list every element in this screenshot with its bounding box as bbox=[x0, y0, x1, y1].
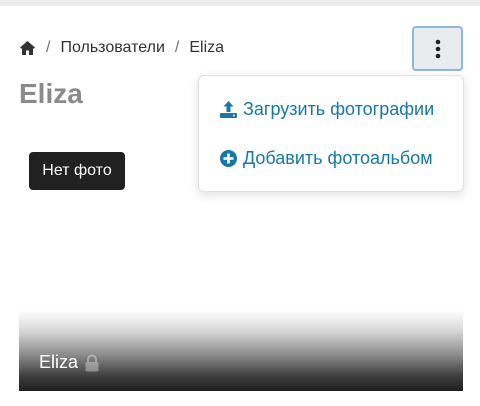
add-album-label: Добавить фотоальбом bbox=[243, 147, 433, 168]
breadcrumb-separator: / bbox=[174, 39, 180, 56]
breadcrumb-separator: / bbox=[46, 39, 51, 56]
album-name-label: Eliza bbox=[39, 352, 79, 372]
upload-icon bbox=[220, 100, 237, 118]
top-divider bbox=[0, 0, 480, 6]
plus-circle-icon bbox=[220, 149, 237, 167]
upload-photos-item[interactable]: Загрузить фотографии bbox=[219, 96, 434, 122]
actions-menu-button[interactable] bbox=[412, 26, 463, 71]
vertical-dots-icon bbox=[435, 39, 440, 58]
breadcrumb-current: Eliza bbox=[189, 39, 225, 56]
add-album-item[interactable]: Добавить фотоальбом bbox=[219, 145, 433, 171]
lock-icon bbox=[85, 354, 99, 371]
breadcrumb-users-link[interactable]: Пользователи bbox=[60, 39, 164, 57]
home-icon[interactable] bbox=[19, 40, 36, 56]
album-card[interactable]: Eliza bbox=[19, 310, 463, 391]
upload-photos-label: Загрузить фотографии bbox=[243, 98, 435, 119]
actions-dropdown-menu: Загрузить фотографии Добавить фотоальбом bbox=[198, 75, 464, 192]
no-photo-badge: Нет фото bbox=[29, 152, 125, 190]
album-title: Eliza bbox=[39, 352, 100, 373]
breadcrumb: / Пользователи / Eliza bbox=[19, 38, 224, 58]
page-title: Eliza bbox=[19, 78, 83, 109]
